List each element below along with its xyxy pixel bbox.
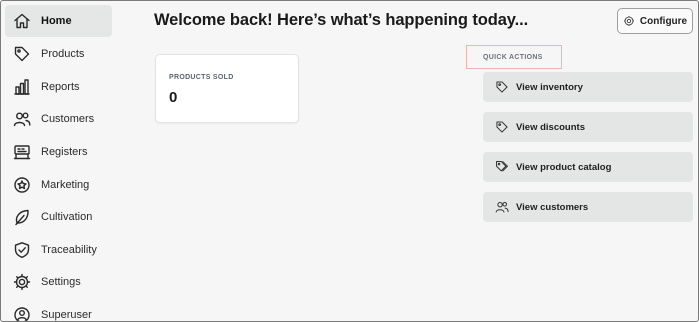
sidebar-item-label: Superuser <box>41 309 92 321</box>
bar-chart-icon <box>13 78 31 96</box>
gear-icon <box>623 16 634 26</box>
gear-icon <box>13 273 31 291</box>
sidebar-item-label: Settings <box>41 276 81 288</box>
configure-button[interactable]: Configure <box>617 8 693 34</box>
products-sold-card: PRODUCTS SOLD 0 <box>155 54 299 123</box>
quick-actions-heading: QUICK ACTIONS <box>466 45 562 69</box>
view-inventory-button[interactable]: View inventory <box>483 72 693 102</box>
view-discounts-label: View discounts <box>516 121 585 133</box>
sidebar-item-settings[interactable]: Settings <box>5 266 112 298</box>
sidebar-item-products[interactable]: Products <box>5 38 112 70</box>
users-icon <box>495 200 509 214</box>
products-sold-label: PRODUCTS SOLD <box>169 74 234 81</box>
users-icon <box>13 110 31 128</box>
superuser-icon <box>13 306 31 321</box>
sidebar-item-label: Reports <box>41 81 80 93</box>
sidebar-item-cultivation[interactable]: Cultivation <box>5 201 112 233</box>
view-inventory-label: View inventory <box>516 81 583 93</box>
sidebar-item-home[interactable]: Home <box>5 5 112 37</box>
register-icon <box>13 143 31 161</box>
page-title: Welcome back! Here’s what’s happening to… <box>154 11 529 29</box>
shield-check-icon <box>13 241 31 259</box>
sidebar-item-label: Products <box>41 48 85 60</box>
sidebar-item-label: Traceability <box>41 244 97 256</box>
sidebar-item-marketing[interactable]: Marketing <box>5 169 112 201</box>
view-customers-label: View customers <box>516 201 589 213</box>
sidebar-item-label: Customers <box>41 113 95 125</box>
tag-icon <box>13 45 31 63</box>
configure-button-label: Configure <box>639 15 688 27</box>
star-badge-icon <box>13 176 31 194</box>
quick-actions-heading-label: QUICK ACTIONS <box>483 53 543 61</box>
sidebar-item-traceability[interactable]: Traceability <box>5 234 112 266</box>
home-icon <box>13 12 31 30</box>
view-product-catalog-button[interactable]: View product catalog <box>483 152 693 182</box>
tag-icon <box>495 80 509 94</box>
sidebar-item-customers[interactable]: Customers <box>5 103 112 135</box>
sidebar-item-registers[interactable]: Registers <box>5 136 112 168</box>
view-product-catalog-label: View product catalog <box>516 161 612 173</box>
view-discounts-button[interactable]: View discounts <box>483 112 693 142</box>
app-window: Home Products Reports Customers Register <box>0 0 699 322</box>
tag-icon <box>495 120 509 134</box>
sidebar-item-label: Cultivation <box>41 211 93 223</box>
products-sold-value: 0 <box>169 89 178 106</box>
sidebar-item-label: Home <box>41 15 72 27</box>
view-customers-button[interactable]: View customers <box>483 192 693 222</box>
leaf-icon <box>13 208 31 226</box>
sidebar: Home Products Reports Customers Register <box>1 1 117 321</box>
sidebar-item-label: Registers <box>41 146 88 158</box>
sidebar-item-reports[interactable]: Reports <box>5 71 112 103</box>
sidebar-item-superuser[interactable]: Superuser <box>5 299 112 321</box>
tags-icon <box>495 160 509 174</box>
sidebar-item-label: Marketing <box>41 179 90 191</box>
